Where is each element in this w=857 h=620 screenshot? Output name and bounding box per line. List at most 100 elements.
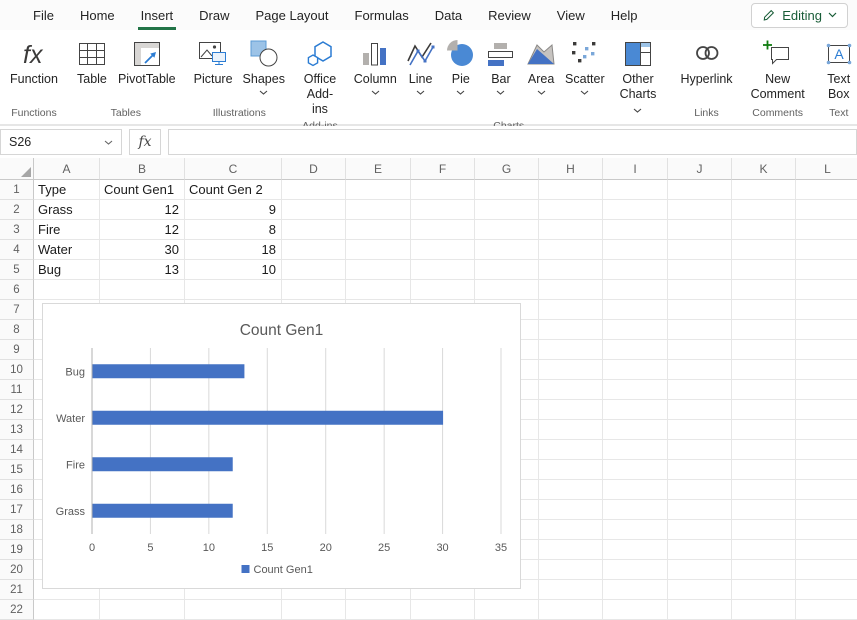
cell-J22[interactable] bbox=[668, 600, 732, 620]
cell-G22[interactable] bbox=[475, 600, 539, 620]
row-header-15[interactable]: 15 bbox=[0, 460, 34, 480]
cell-J6[interactable] bbox=[668, 280, 732, 300]
cell-F4[interactable] bbox=[411, 240, 475, 260]
text-box-button[interactable]: A Text Box bbox=[818, 35, 857, 103]
cell-H22[interactable] bbox=[539, 600, 603, 620]
cell-L3[interactable] bbox=[796, 220, 857, 240]
row-header-14[interactable]: 14 bbox=[0, 440, 34, 460]
cell-L14[interactable] bbox=[796, 440, 857, 460]
cell-L4[interactable] bbox=[796, 240, 857, 260]
cell-J19[interactable] bbox=[668, 540, 732, 560]
cell-C1[interactable]: Count Gen 2 bbox=[185, 180, 282, 200]
table-button[interactable]: Table bbox=[71, 35, 113, 88]
cell-A1[interactable]: Type bbox=[34, 180, 100, 200]
select-all-corner[interactable] bbox=[0, 158, 34, 180]
cell-D2[interactable] bbox=[282, 200, 346, 220]
row-header-7[interactable]: 7 bbox=[0, 300, 34, 320]
cell-K2[interactable] bbox=[732, 200, 796, 220]
cell-H12[interactable] bbox=[539, 400, 603, 420]
editing-mode-button[interactable]: Editing bbox=[751, 3, 848, 28]
column-header-A[interactable]: A bbox=[34, 158, 100, 180]
cell-J12[interactable] bbox=[668, 400, 732, 420]
cell-H7[interactable] bbox=[539, 300, 603, 320]
cell-L6[interactable] bbox=[796, 280, 857, 300]
row-header-19[interactable]: 19 bbox=[0, 540, 34, 560]
cell-L21[interactable] bbox=[796, 580, 857, 600]
cell-K18[interactable] bbox=[732, 520, 796, 540]
cell-B3[interactable]: 12 bbox=[100, 220, 185, 240]
cell-J20[interactable] bbox=[668, 560, 732, 580]
name-box[interactable]: S26 bbox=[0, 129, 122, 155]
line-chart-button[interactable]: Line bbox=[401, 35, 441, 96]
cell-H11[interactable] bbox=[539, 380, 603, 400]
cell-K5[interactable] bbox=[732, 260, 796, 280]
cell-E6[interactable] bbox=[346, 280, 411, 300]
cell-L1[interactable] bbox=[796, 180, 857, 200]
row-header-10[interactable]: 10 bbox=[0, 360, 34, 380]
cell-H2[interactable] bbox=[539, 200, 603, 220]
menu-tab-file[interactable]: File bbox=[20, 0, 67, 30]
cell-G6[interactable] bbox=[475, 280, 539, 300]
cell-H13[interactable] bbox=[539, 420, 603, 440]
cell-J10[interactable] bbox=[668, 360, 732, 380]
cell-K17[interactable] bbox=[732, 500, 796, 520]
cell-I12[interactable] bbox=[603, 400, 668, 420]
cell-K3[interactable] bbox=[732, 220, 796, 240]
cell-K12[interactable] bbox=[732, 400, 796, 420]
row-header-18[interactable]: 18 bbox=[0, 520, 34, 540]
cell-J15[interactable] bbox=[668, 460, 732, 480]
cell-C4[interactable]: 18 bbox=[185, 240, 282, 260]
cell-K21[interactable] bbox=[732, 580, 796, 600]
cell-I19[interactable] bbox=[603, 540, 668, 560]
cell-J2[interactable] bbox=[668, 200, 732, 220]
scatter-chart-button[interactable]: Scatter bbox=[561, 35, 608, 96]
column-header-G[interactable]: G bbox=[475, 158, 539, 180]
menu-tab-review[interactable]: Review bbox=[475, 0, 544, 30]
column-header-F[interactable]: F bbox=[411, 158, 475, 180]
cell-J9[interactable] bbox=[668, 340, 732, 360]
cell-L19[interactable] bbox=[796, 540, 857, 560]
cell-I13[interactable] bbox=[603, 420, 668, 440]
row-header-20[interactable]: 20 bbox=[0, 560, 34, 580]
cell-J8[interactable] bbox=[668, 320, 732, 340]
row-header-4[interactable]: 4 bbox=[0, 240, 34, 260]
hyperlink-button[interactable]: Hyperlink bbox=[675, 35, 737, 88]
cell-J13[interactable] bbox=[668, 420, 732, 440]
cell-E5[interactable] bbox=[346, 260, 411, 280]
cell-I1[interactable] bbox=[603, 180, 668, 200]
cell-I5[interactable] bbox=[603, 260, 668, 280]
cell-F5[interactable] bbox=[411, 260, 475, 280]
cell-E3[interactable] bbox=[346, 220, 411, 240]
cell-G1[interactable] bbox=[475, 180, 539, 200]
cell-H19[interactable] bbox=[539, 540, 603, 560]
cell-G3[interactable] bbox=[475, 220, 539, 240]
cell-K14[interactable] bbox=[732, 440, 796, 460]
cell-I7[interactable] bbox=[603, 300, 668, 320]
cell-J7[interactable] bbox=[668, 300, 732, 320]
column-chart-button[interactable]: Column bbox=[350, 35, 401, 96]
cell-I11[interactable] bbox=[603, 380, 668, 400]
cell-I10[interactable] bbox=[603, 360, 668, 380]
row-header-21[interactable]: 21 bbox=[0, 580, 34, 600]
cell-B6[interactable] bbox=[100, 280, 185, 300]
cell-B22[interactable] bbox=[100, 600, 185, 620]
row-header-13[interactable]: 13 bbox=[0, 420, 34, 440]
column-header-I[interactable]: I bbox=[603, 158, 668, 180]
cell-K19[interactable] bbox=[732, 540, 796, 560]
cell-L9[interactable] bbox=[796, 340, 857, 360]
cell-I17[interactable] bbox=[603, 500, 668, 520]
row-header-17[interactable]: 17 bbox=[0, 500, 34, 520]
cell-J17[interactable] bbox=[668, 500, 732, 520]
row-header-16[interactable]: 16 bbox=[0, 480, 34, 500]
cell-K1[interactable] bbox=[732, 180, 796, 200]
cell-L16[interactable] bbox=[796, 480, 857, 500]
cell-I18[interactable] bbox=[603, 520, 668, 540]
cell-H20[interactable] bbox=[539, 560, 603, 580]
cell-K20[interactable] bbox=[732, 560, 796, 580]
shapes-button[interactable]: Shapes bbox=[238, 35, 290, 96]
cell-K11[interactable] bbox=[732, 380, 796, 400]
cell-D4[interactable] bbox=[282, 240, 346, 260]
cell-I9[interactable] bbox=[603, 340, 668, 360]
cell-C6[interactable] bbox=[185, 280, 282, 300]
cell-I2[interactable] bbox=[603, 200, 668, 220]
